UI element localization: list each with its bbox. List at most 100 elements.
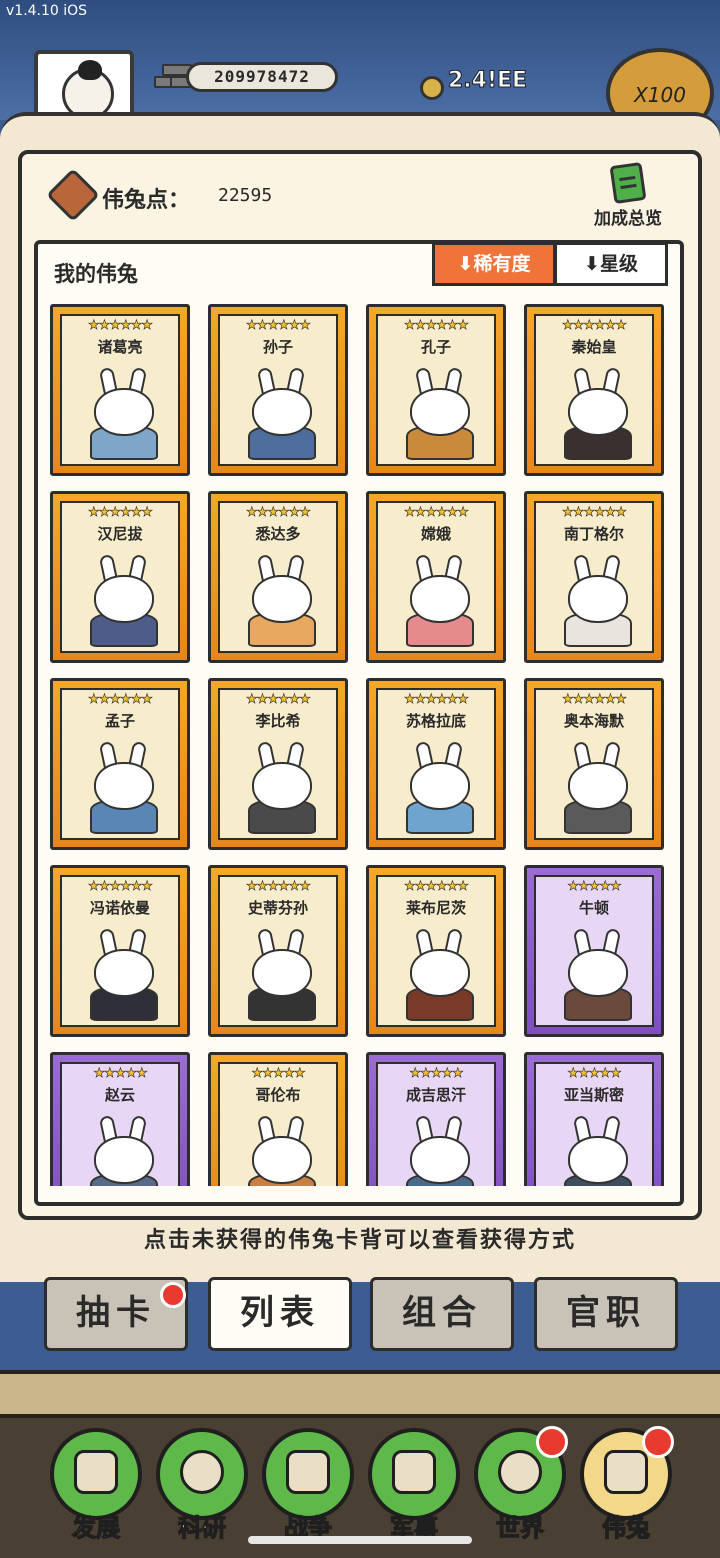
card-name: 成吉思汗 <box>405 1086 466 1104</box>
weitu-card[interactable]: ★★★★★★ 诸葛亮 <box>50 304 190 476</box>
home-indicator[interactable] <box>248 1536 472 1544</box>
weitu-points-value: 22595 <box>218 185 273 206</box>
card-name: 汉尼拔 <box>97 525 143 543</box>
weitu-card[interactable]: ★★★★★★ 史蒂芬孙 <box>208 865 348 1037</box>
star-rating: ★★★★★★ <box>562 318 628 334</box>
star-rating: ★★★★★★ <box>88 692 154 708</box>
weitu-card[interactable]: ★★★★★★ 秦始皇 <box>524 304 664 476</box>
bunny-portrait <box>88 366 160 460</box>
star-rating: ★★★★★★ <box>88 879 154 895</box>
weitu-card[interactable]: ★★★★★★ 冯诺依曼 <box>50 865 190 1037</box>
bunny-portrait <box>246 740 318 834</box>
tab-list-label: 列表 <box>240 1293 320 1333</box>
bunny-portrait <box>562 740 634 834</box>
coin-icon <box>420 76 444 100</box>
nav-research[interactable] <box>156 1428 248 1520</box>
card-face: ★★★★★★ 奥本海默 <box>534 688 654 840</box>
weitu-card[interactable]: ★★★★★★ 孙子 <box>208 304 348 476</box>
card-face: ★★★★★ 牛顿 <box>534 875 654 1027</box>
card-face: ★★★★★★ 嫦娥 <box>376 501 496 653</box>
helmet-icon <box>392 1450 436 1494</box>
nav-world-badge <box>536 1426 568 1458</box>
card-name: 悉达多 <box>255 525 301 543</box>
hint-text: 点击未获得的伟兔卡背可以查看获得方式 <box>143 1228 576 1253</box>
weitu-card[interactable]: ★★★★★★ 南丁格尔 <box>524 491 664 663</box>
nav-war[interactable] <box>262 1428 354 1520</box>
sort-star-button[interactable]: ⬇星级 <box>554 242 668 286</box>
card-name: 牛顿 <box>578 899 609 917</box>
coin-amount: 2.4!EE <box>447 68 528 94</box>
card-name: 嫦娥 <box>420 525 451 543</box>
weitu-card[interactable]: ★★★★★★ 悉达多 <box>208 491 348 663</box>
weitu-card[interactable]: ★★★★★ 牛顿 <box>524 865 664 1037</box>
weitu-card[interactable]: ★★★★★★ 李比希 <box>208 678 348 850</box>
tab-official[interactable]: 官职 <box>534 1277 678 1351</box>
list-title: 我的伟兔 <box>54 262 138 286</box>
card-name: 诸葛亮 <box>97 338 143 356</box>
card-face: ★★★★★★ 史蒂芬孙 <box>218 875 338 1027</box>
nav-develop-label: 发展 <box>71 1513 120 1542</box>
star-rating: ★★★★★ <box>567 879 622 895</box>
top-bar: v1.4.10 iOS 209978472 2.4!EE X100 <box>0 0 720 138</box>
star-rating: ★★★★★★ <box>88 505 154 521</box>
card-face: ★★★★★★ 孙子 <box>218 314 338 466</box>
weitu-card[interactable]: ★★★★★★ 苏格拉底 <box>366 678 506 850</box>
avatar-hair <box>78 60 102 80</box>
star-rating: ★★★★★★ <box>562 505 628 521</box>
sort-rarity-button[interactable]: ⬇稀有度 <box>432 242 556 286</box>
card-face: ★★★★★★ 悉达多 <box>218 501 338 653</box>
card-face: ★★★★★★ 孔子 <box>376 314 496 466</box>
card-name: 苏格拉底 <box>405 712 466 730</box>
tab-combo-label: 组合 <box>402 1293 482 1333</box>
star-rating: ★★★★★ <box>93 1066 148 1082</box>
bunny-portrait <box>404 366 476 460</box>
weitu-card[interactable]: ★★★★★★ 奥本海默 <box>524 678 664 850</box>
nav-develop[interactable] <box>50 1428 142 1520</box>
star-rating: ★★★★★ <box>409 1066 464 1082</box>
bunny-portrait-icon <box>604 1450 648 1494</box>
star-rating: ★★★★★★ <box>404 318 470 334</box>
growth-arrow-icon <box>74 1450 118 1494</box>
star-rating: ★★★★★★ <box>88 318 154 334</box>
bonus-overview-button[interactable]: 加成总览 <box>578 161 678 229</box>
card-face: ★★★★★ 成吉思汗 <box>376 1062 496 1186</box>
star-rating: ★★★★★★ <box>404 692 470 708</box>
globe-icon <box>498 1450 542 1494</box>
weitu-card[interactable]: ★★★★★★ 孟子 <box>50 678 190 850</box>
weitu-card[interactable]: ★★★★★ 赵云 <box>50 1052 190 1186</box>
weitu-card[interactable]: ★★★★★★ 汉尼拔 <box>50 491 190 663</box>
card-name: 亚当斯密 <box>563 1086 624 1104</box>
tab-draw-badge <box>160 1282 186 1308</box>
card-face: ★★★★★ 亚当斯密 <box>534 1062 654 1186</box>
tab-official-label: 官职 <box>566 1293 646 1333</box>
star-rating: ★★★★★★ <box>246 318 312 334</box>
weitu-card[interactable]: ★★★★★ 成吉思汗 <box>366 1052 506 1186</box>
bunny-portrait <box>88 1114 160 1186</box>
card-name: 赵云 <box>104 1086 135 1104</box>
weitu-card[interactable]: ★★★★★★ 嫦娥 <box>366 491 506 663</box>
tab-list[interactable]: 列表 <box>208 1277 352 1351</box>
card-face: ★★★★★ 赵云 <box>60 1062 180 1186</box>
card-name: 李比希 <box>255 712 301 730</box>
bunny-portrait <box>404 740 476 834</box>
star-rating: ★★★★★★ <box>246 879 312 895</box>
nav-world-label: 世界 <box>495 1513 544 1542</box>
tab-combo[interactable]: 组合 <box>370 1277 514 1351</box>
weitu-card[interactable]: ★★★★★ 哥伦布 <box>208 1052 348 1186</box>
card-face: ★★★★★★ 孟子 <box>60 688 180 840</box>
card-face: ★★★★★★ 苏格拉底 <box>376 688 496 840</box>
card-name: 莱布尼茨 <box>405 899 466 917</box>
weitu-card[interactable]: ★★★★★★ 孔子 <box>366 304 506 476</box>
card-face: ★★★★★★ 冯诺依曼 <box>60 875 180 1027</box>
weitu-card[interactable]: ★★★★★ 亚当斯密 <box>524 1052 664 1186</box>
star-rating: ★★★★★★ <box>404 879 470 895</box>
nav-military[interactable] <box>368 1428 460 1520</box>
star-rating: ★★★★★ <box>567 1066 622 1082</box>
weitu-card[interactable]: ★★★★★★ 莱布尼茨 <box>366 865 506 1037</box>
crossed-swords-icon <box>286 1450 330 1494</box>
bunny-portrait <box>562 927 634 1021</box>
bunny-portrait <box>404 927 476 1021</box>
star-rating: ★★★★★★ <box>404 505 470 521</box>
card-name: 孟子 <box>104 712 135 730</box>
card-name: 秦始皇 <box>571 338 617 356</box>
